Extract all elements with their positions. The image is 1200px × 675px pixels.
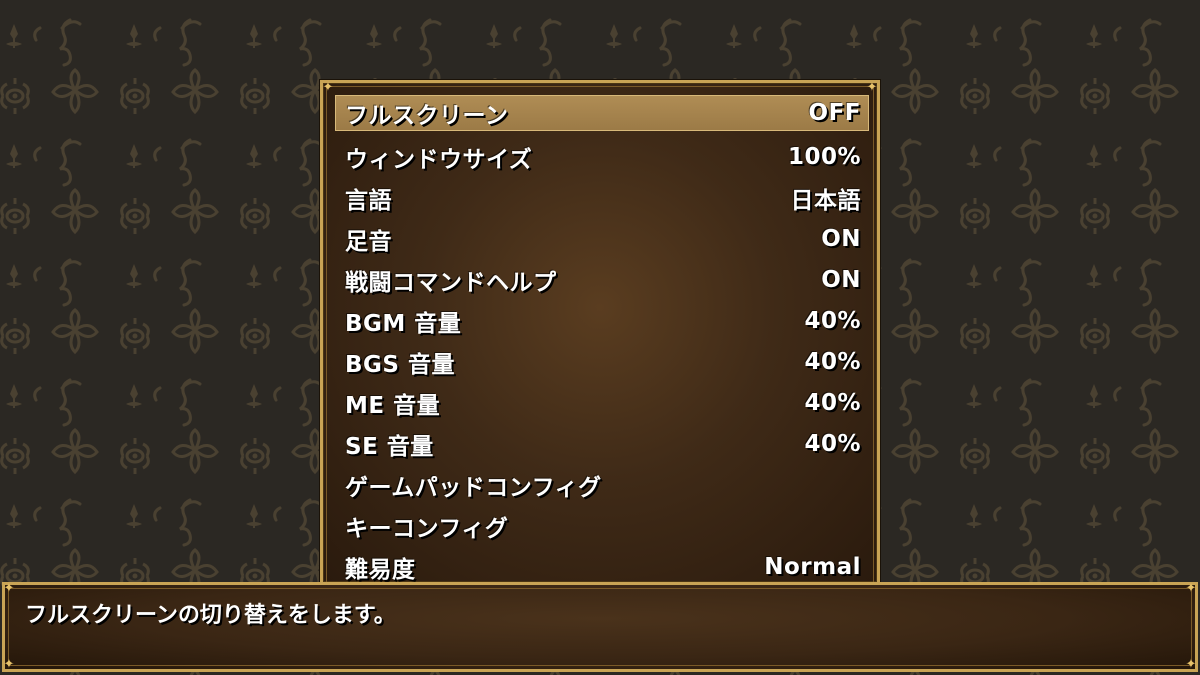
option-value: 100% — [787, 143, 861, 170]
option-difficulty[interactable]: 難易度 Normal — [335, 546, 869, 583]
option-me-volume[interactable]: ME 音量 40% — [335, 382, 869, 423]
option-key-config[interactable]: キーコンフィグ — [335, 505, 869, 546]
option-bgs-volume[interactable]: BGS 音量 40% — [335, 341, 869, 382]
option-label: ゲームパッドコンフィグ — [345, 474, 602, 501]
option-value: 40% — [804, 430, 861, 457]
option-se-volume[interactable]: SE 音量 40% — [335, 423, 869, 464]
option-label: 言語 — [345, 187, 392, 214]
help-text: フルスクリーンの切り替えをします。 — [25, 603, 396, 628]
option-label: キーコンフィグ — [345, 515, 509, 542]
ornament-corner-icon: ✦ — [866, 80, 878, 95]
option-value: ON — [821, 266, 861, 293]
option-value: OFF — [808, 100, 861, 126]
option-fullscreen[interactable]: フルスクリーン OFF — [335, 95, 869, 131]
option-label: 戦闘コマンドヘルプ — [345, 269, 557, 296]
option-label: ウィンドウサイズ — [345, 146, 533, 173]
option-value: 40% — [804, 307, 861, 334]
option-value: 40% — [804, 348, 861, 375]
option-value: Normal — [764, 553, 861, 580]
help-window: ✦ ✦ ✦ ✦ フルスクリーンの切り替えをします。 — [2, 582, 1198, 672]
ornament-corner-icon: ✦ — [1185, 581, 1197, 596]
ornament-corner-icon: ✦ — [3, 657, 15, 672]
option-gamepad-config[interactable]: ゲームパッドコンフィグ — [335, 464, 869, 505]
option-bgm-volume[interactable]: BGM 音量 40% — [335, 300, 869, 341]
options-window: ✦ ✦ フルスクリーン OFF ウィンドウサイズ 100% 言語 日本語 足音 … — [320, 80, 880, 582]
ornament-corner-icon: ✦ — [3, 581, 15, 596]
option-battle-command-help[interactable]: 戦闘コマンドヘルプ ON — [335, 259, 869, 300]
options-list: フルスクリーン OFF ウィンドウサイズ 100% 言語 日本語 足音 ON 戦… — [335, 95, 869, 582]
option-label: BGS 音量 — [345, 351, 455, 378]
option-footsteps[interactable]: 足音 ON — [335, 218, 869, 259]
option-label: SE 音量 — [345, 433, 434, 460]
option-label: 足音 — [345, 228, 392, 255]
option-label: 難易度 — [345, 556, 416, 583]
ornament-corner-icon: ✦ — [1185, 657, 1197, 672]
option-window-size[interactable]: ウィンドウサイズ 100% — [335, 136, 869, 177]
option-label: ME 音量 — [345, 392, 441, 419]
option-value: ON — [821, 225, 861, 252]
ornament-corner-icon: ✦ — [322, 80, 334, 95]
option-label: BGM 音量 — [345, 310, 462, 337]
option-value: 40% — [804, 389, 861, 416]
option-language[interactable]: 言語 日本語 — [335, 177, 869, 218]
option-value: 日本語 — [790, 187, 861, 214]
option-label: フルスクリーン — [345, 103, 509, 129]
